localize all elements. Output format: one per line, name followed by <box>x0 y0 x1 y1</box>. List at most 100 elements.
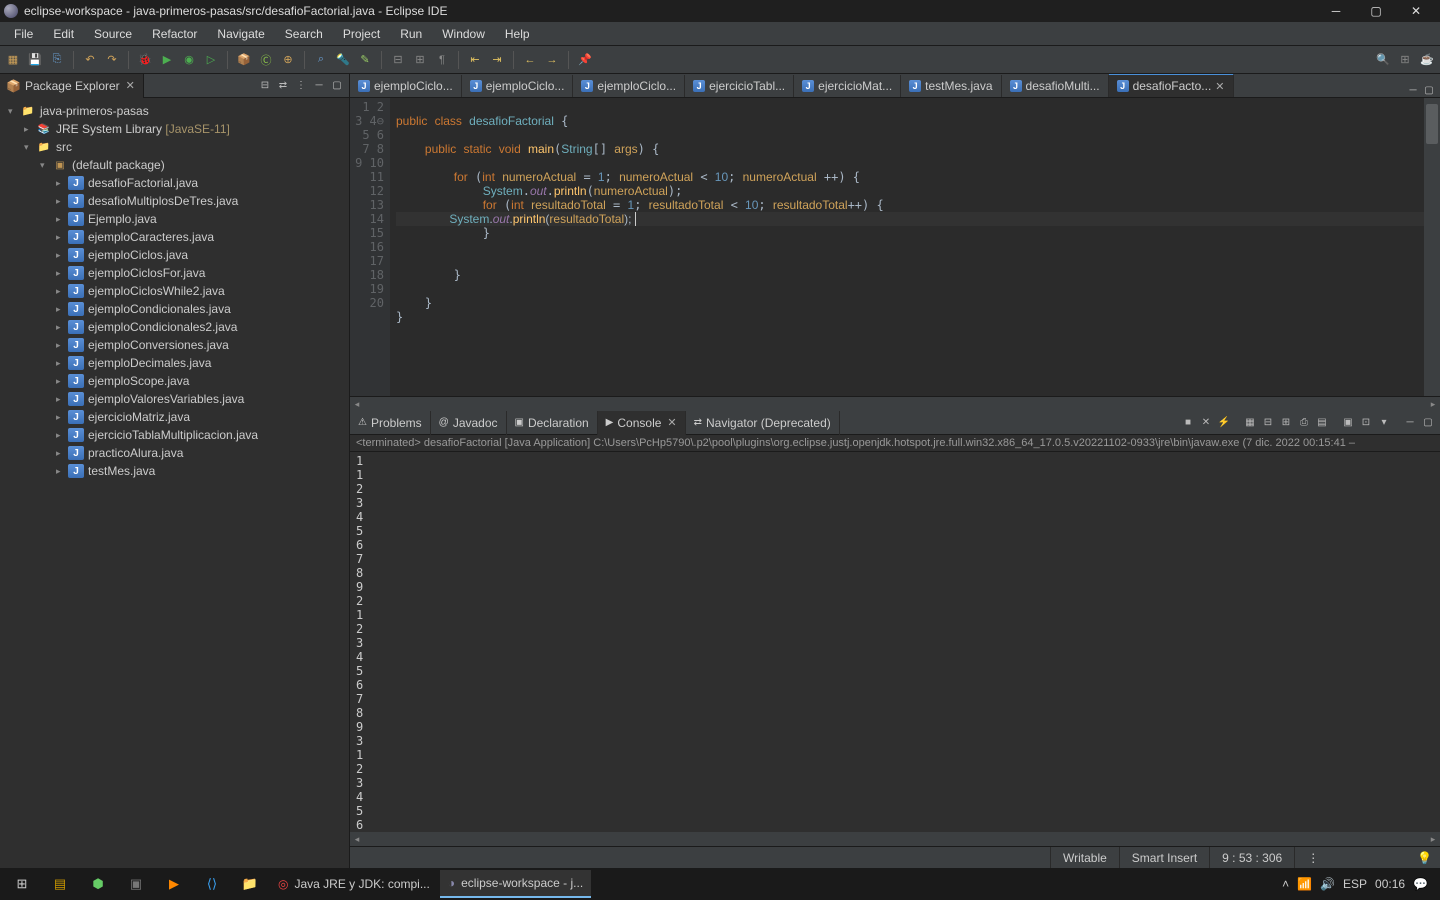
package-explorer-tab[interactable]: 📦 Package Explorer ✕ <box>0 74 144 98</box>
code-editor[interactable]: 1 2 3 4⊖ 5 6 7 8 9 10 11 12 13 14 15 16 … <box>350 98 1440 397</box>
new-icon[interactable]: ▦ <box>4 51 22 69</box>
quick-access-icon[interactable]: 🔍 <box>1374 51 1392 69</box>
tray-language[interactable]: ESP <box>1343 877 1367 891</box>
new-package-icon[interactable]: 📦 <box>235 51 253 69</box>
view-menu-icon[interactable]: ⋮ <box>293 78 309 94</box>
file-node[interactable]: ▸JEjemplo.java <box>0 210 349 228</box>
console-toolbar-icon[interactable]: ■ <box>1180 415 1196 431</box>
close-icon[interactable]: ✕ <box>665 416 676 429</box>
editor-tab[interactable]: JdesafioFacto...✕ <box>1109 74 1234 97</box>
editor-horizontal-scrollbar[interactable]: ◂▸ <box>350 397 1440 411</box>
java-perspective-icon[interactable]: ☕ <box>1418 51 1436 69</box>
maximize-editor-icon[interactable]: ▢ <box>1422 83 1436 97</box>
console-toolbar-icon[interactable]: ⊡ <box>1358 415 1374 431</box>
taskbar-eclipse-window[interactable]: ◑eclipse-workspace - j... <box>440 870 591 898</box>
menu-source[interactable]: Source <box>84 22 142 46</box>
bottom-tab-javadoc[interactable]: @Javadoc <box>431 411 507 435</box>
console-toolbar-icon[interactable]: ▣ <box>1340 415 1356 431</box>
console-toolbar-icon[interactable]: ▦ <box>1242 415 1258 431</box>
code-content[interactable]: public class desafioFactorial { public s… <box>390 98 1424 396</box>
debug-icon[interactable]: 🐞 <box>136 51 154 69</box>
project-node[interactable]: ▾📁 java-primeros-pasas <box>0 102 349 120</box>
menu-navigate[interactable]: Navigate <box>207 22 274 46</box>
file-node[interactable]: ▸JdesafioFactorial.java <box>0 174 349 192</box>
console-toolbar-icon[interactable]: ⊟ <box>1260 415 1276 431</box>
open-type-icon[interactable]: ⌕ <box>312 51 330 69</box>
console-toolbar-icon[interactable]: ⎙ <box>1296 415 1312 431</box>
console-toolbar-icon[interactable]: ▾ <box>1376 415 1392 431</box>
bottom-tab-problems[interactable]: ⚠Problems <box>350 411 431 435</box>
file-node[interactable]: ▸JejemploCiclosFor.java <box>0 264 349 282</box>
editor-tab[interactable]: JejemploCiclo... <box>350 75 462 97</box>
maximize-button[interactable]: ▢ <box>1356 0 1396 22</box>
taskbar-app-1[interactable]: ⬢ <box>80 870 116 898</box>
menu-file[interactable]: File <box>4 22 43 46</box>
jre-node[interactable]: ▸📚 JRE System Library [JavaSE-11] <box>0 120 349 138</box>
undo-icon[interactable]: ↶ <box>81 51 99 69</box>
console-horizontal-scrollbar[interactable]: ◂▸ <box>350 832 1440 846</box>
back-icon[interactable]: ← <box>521 51 539 69</box>
status-menu-icon[interactable]: ⋮ <box>1294 847 1331 868</box>
file-node[interactable]: ▸JejemploConversiones.java <box>0 336 349 354</box>
link-editor-icon[interactable]: ⇄ <box>275 78 291 94</box>
console-toolbar-icon[interactable]: ▢ <box>1420 415 1436 431</box>
maximize-view-icon[interactable]: ▢ <box>329 78 345 94</box>
file-node[interactable]: ▸JejemploDecimales.java <box>0 354 349 372</box>
file-node[interactable]: ▸JejemploCondicionales.java <box>0 300 349 318</box>
prev-annotation-icon[interactable]: ⇥ <box>488 51 506 69</box>
taskbar-chrome-window[interactable]: ◎Java JRE y JDK: compi... <box>270 870 438 898</box>
file-node[interactable]: ▸JejercicioTablaMultiplicacion.java <box>0 426 349 444</box>
search-icon[interactable]: 🔦 <box>334 51 352 69</box>
toggle-mark-icon[interactable]: ✎ <box>356 51 374 69</box>
bottom-tab-console[interactable]: ▶Console✕ <box>598 411 686 435</box>
editor-tab[interactable]: JtestMes.java <box>901 75 1001 97</box>
taskbar-app-3[interactable]: ▶ <box>156 870 192 898</box>
file-node[interactable]: ▸JejemploCaracteres.java <box>0 228 349 246</box>
tray-volume-icon[interactable]: 🔊 <box>1320 877 1335 891</box>
menu-search[interactable]: Search <box>275 22 333 46</box>
editor-tab[interactable]: JejercicioTabl... <box>685 75 794 97</box>
tip-icon[interactable]: 💡 <box>1409 851 1440 865</box>
file-node[interactable]: ▸JejemploValoresVariables.java <box>0 390 349 408</box>
console-toolbar-icon[interactable]: ⊞ <box>1278 415 1294 431</box>
new-type-icon[interactable]: ⊕ <box>279 51 297 69</box>
editor-tab[interactable]: JejemploCiclo... <box>573 75 685 97</box>
menu-refactor[interactable]: Refactor <box>142 22 207 46</box>
run-icon[interactable]: ▶ <box>158 51 176 69</box>
menu-window[interactable]: Window <box>432 22 495 46</box>
file-node[interactable]: ▸JejemploCondicionales2.java <box>0 318 349 336</box>
tray-notifications-icon[interactable]: 💬 <box>1413 877 1428 891</box>
forward-icon[interactable]: → <box>543 51 561 69</box>
task-view-button[interactable]: ▤ <box>42 870 78 898</box>
menu-project[interactable]: Project <box>333 22 390 46</box>
tray-chevron-icon[interactable]: ˄ <box>1282 877 1289 891</box>
close-icon[interactable]: ✕ <box>1215 80 1224 93</box>
console-toolbar-icon[interactable]: ─ <box>1402 415 1418 431</box>
save-icon[interactable]: 💾 <box>26 51 44 69</box>
editor-tab[interactable]: JejercicioMat... <box>794 75 901 97</box>
file-node[interactable]: ▸JejemploCiclosWhile2.java <box>0 282 349 300</box>
bottom-tab-navigator-deprecated-[interactable]: ⇄Navigator (Deprecated) <box>686 411 840 435</box>
console-toolbar-icon[interactable]: ✕ <box>1198 415 1214 431</box>
package-tree[interactable]: ▾📁 java-primeros-pasas ▸📚 JRE System Lib… <box>0 98 349 868</box>
next-annotation-icon[interactable]: ⇤ <box>466 51 484 69</box>
close-icon[interactable]: ✕ <box>124 79 137 92</box>
start-button[interactable]: ⊞ <box>4 870 40 898</box>
taskbar-app-2[interactable]: ▣ <box>118 870 154 898</box>
taskbar-app-4[interactable]: ⟨⟩ <box>194 870 230 898</box>
console-toolbar-icon[interactable]: ⚡ <box>1216 415 1232 431</box>
show-whitespace-icon[interactable]: ¶ <box>433 51 451 69</box>
taskbar-app-5[interactable]: 📁 <box>232 870 268 898</box>
menu-help[interactable]: Help <box>495 22 540 46</box>
file-node[interactable]: ▸JtestMes.java <box>0 462 349 480</box>
file-node[interactable]: ▸JejemploScope.java <box>0 372 349 390</box>
minimize-view-icon[interactable]: ─ <box>311 78 327 94</box>
tray-network-icon[interactable]: 📶 <box>1297 877 1312 891</box>
file-node[interactable]: ▸JpracticoAlura.java <box>0 444 349 462</box>
toggle-block-icon[interactable]: ⊞ <box>411 51 429 69</box>
pin-editor-icon[interactable]: 📌 <box>576 51 594 69</box>
redo-icon[interactable]: ↷ <box>103 51 121 69</box>
bottom-tab-declaration[interactable]: ▣Declaration <box>507 411 598 435</box>
new-class-icon[interactable]: Ⓒ <box>257 51 275 69</box>
editor-vertical-scrollbar[interactable] <box>1424 98 1440 396</box>
